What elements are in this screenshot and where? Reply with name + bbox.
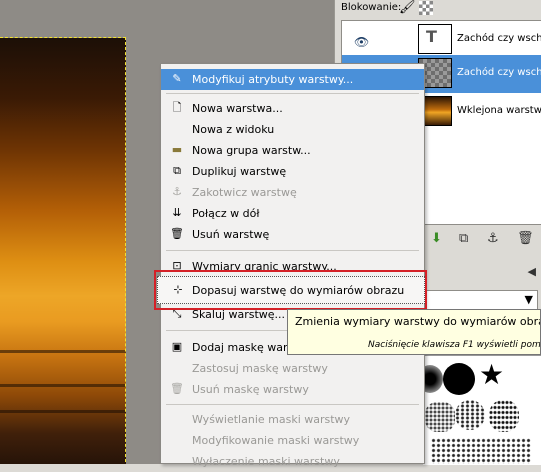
lock-pixels-icon[interactable]: 🖌 xyxy=(399,0,416,15)
menu-item-label: Zakotwicz warstwę xyxy=(192,186,297,199)
add-mask-icon: ▣ xyxy=(171,340,183,353)
chevron-down-icon: ▼ xyxy=(524,293,533,306)
menu-item-new-layer[interactable]: 🗋 Nowa warstwa... xyxy=(161,98,424,119)
menu-item-show-layer-mask[interactable]: Wyświetlanie maski warstwy xyxy=(161,409,424,430)
brush-splatter[interactable] xyxy=(431,438,531,464)
menu-item-delete-layer[interactable]: 🗑 Usuń warstwę xyxy=(161,224,424,245)
menu-item-label: Zastosuj maskę warstwy xyxy=(192,362,328,375)
menu-item-label: Modyfikowanie maski warstwy xyxy=(192,434,360,447)
folder-icon: ▬ xyxy=(171,143,183,156)
menu-item-label: Wyświetlanie maski warstwy xyxy=(192,413,351,426)
menu-item-edit-layer-mask[interactable]: Modyfikowanie maski warstwy xyxy=(161,430,424,451)
menu-item-label: Usuń warstwę xyxy=(192,228,270,241)
menu-item-label: Nowa z widoku xyxy=(192,123,275,136)
brushes-grid[interactable]: ★ xyxy=(423,355,541,465)
anchor-icon: ⚓ xyxy=(172,185,182,198)
new-page-icon: 🗋 xyxy=(172,101,182,114)
tooltip: Zmienia wymiary warstwy do wymiarów obra… xyxy=(287,309,541,355)
edit-icon: ✎ xyxy=(172,72,182,85)
menu-item-label: Usuń maskę warstwy xyxy=(192,383,309,396)
menu-item-merge-down[interactable]: ⇊ Połącz w dół xyxy=(161,203,424,224)
menu-item-label: Wyłaczenie maski warstwy xyxy=(192,455,340,468)
menu-item-label: Połącz w dół xyxy=(192,207,260,220)
layer-context-menu: ✎ Modyfikuj atrybuty warstwy... 🗋 Nowa w… xyxy=(160,63,425,468)
layer-name: Wklejona warstwa xyxy=(457,105,541,116)
brush-fuzzy[interactable] xyxy=(423,365,443,393)
menu-item-label: Nowa grupa warstw... xyxy=(192,144,311,157)
layer-name: Zachód czy wsch xyxy=(457,33,541,44)
lock-row: Blokowanie: 🖌 xyxy=(335,0,541,18)
menu-item-label: Modyfikuj atrybuty warstwy... xyxy=(192,73,354,86)
menu-separator xyxy=(166,93,419,94)
menu-separator xyxy=(166,250,419,251)
menu-item-new-layer-group[interactable]: ▬ Nowa grupa warstw... xyxy=(161,140,424,161)
duplicate-icon: ⧉ xyxy=(173,164,181,177)
menu-item-apply-layer-mask[interactable]: Zastosuj maskę warstwy xyxy=(161,358,424,379)
highlight-box xyxy=(154,270,427,310)
brush-splatter[interactable] xyxy=(455,400,485,430)
menu-item-duplicate-layer[interactable]: ⧉ Duplikuj warstwę xyxy=(161,161,424,182)
visibility-eye-icon[interactable]: 👁 xyxy=(354,35,369,49)
menu-item-anchor-layer[interactable]: ⚓ Zakotwicz warstwę xyxy=(161,182,424,203)
arrow-down-icon[interactable]: ⬇ xyxy=(431,231,442,246)
menu-item-new-from-visible[interactable]: Nowa z widoku xyxy=(161,119,424,140)
menu-separator xyxy=(166,404,419,405)
layer-row[interactable]: 👁 T Zachód czy wsch xyxy=(342,21,541,59)
layer-thumbnail: T xyxy=(418,24,452,54)
menu-item-delete-layer-mask[interactable]: 🗑 Usuń maskę warstwy xyxy=(161,379,424,400)
brush-star[interactable]: ★ xyxy=(479,359,504,391)
lock-label: Blokowanie: xyxy=(341,2,402,13)
trash-icon: 🗑 xyxy=(170,227,184,240)
merge-down-icon: ⇊ xyxy=(172,206,182,219)
duplicate-icon[interactable]: ⧉ xyxy=(459,231,468,246)
menu-item-edit-attributes[interactable]: ✎ Modyfikuj atrybuty warstwy... xyxy=(161,69,424,90)
layer-name: Zachód czy wsch xyxy=(457,67,541,78)
delete-icon[interactable]: 🗑 xyxy=(517,231,534,246)
menu-item-disable-layer-mask[interactable]: Wyłaczenie maski warstwy xyxy=(161,451,424,472)
menu-item-label: Duplikuj warstwę xyxy=(192,165,287,178)
brush-circle[interactable] xyxy=(443,363,475,395)
tooltip-text: Zmienia wymiary warstwy do wymiarów obra… xyxy=(295,315,541,328)
tooltip-hint: Naciśnięcie klawisza F1 wyświetli pomoc xyxy=(368,340,541,350)
brush-splatter[interactable] xyxy=(489,400,519,432)
layer-boundary xyxy=(0,37,126,464)
menu-item-label: Nowa warstwa... xyxy=(192,102,283,115)
panel-menu-arrow-icon[interactable]: ◀ xyxy=(528,265,536,278)
brush-splatter[interactable] xyxy=(425,402,455,432)
anchor-icon[interactable]: ⚓ xyxy=(487,231,499,246)
delete-mask-icon: 🗑 xyxy=(170,382,184,395)
lock-alpha-icon[interactable] xyxy=(419,1,433,15)
